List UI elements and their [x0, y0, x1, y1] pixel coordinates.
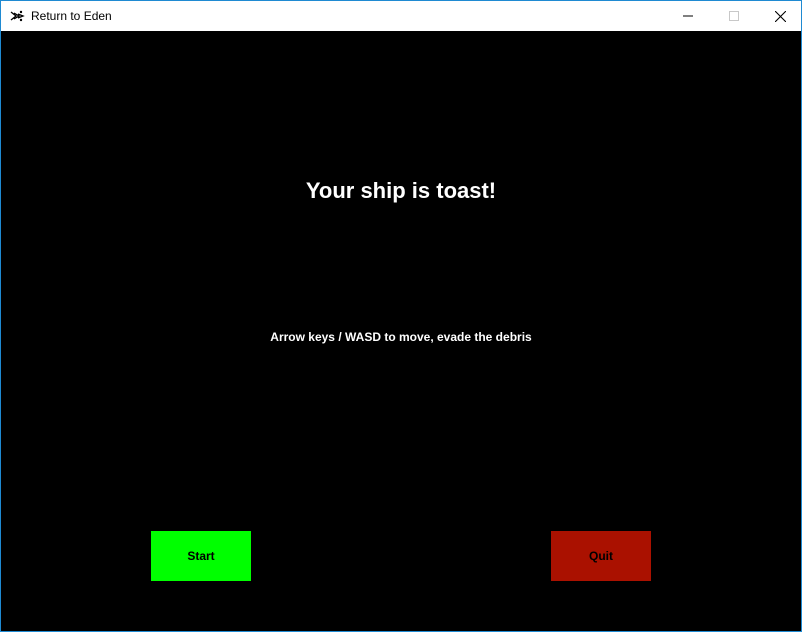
controls-instructions: Arrow keys / WASD to move, evade the deb… [270, 330, 532, 344]
maximize-button[interactable] [711, 1, 757, 31]
quit-button[interactable]: Quit [551, 531, 651, 581]
spaceship-icon [9, 8, 25, 24]
window-title: Return to Eden [31, 9, 112, 23]
game-window: Return to Eden Your ship is toast! Arrow… [0, 0, 802, 632]
minimize-icon [683, 15, 693, 17]
game-over-heading: Your ship is toast! [305, 178, 497, 203]
start-button[interactable]: Start [151, 531, 251, 581]
minimize-button[interactable] [665, 1, 711, 31]
close-icon [774, 10, 786, 22]
maximize-icon [729, 11, 739, 21]
title-bar[interactable]: Return to Eden [1, 1, 801, 31]
close-button[interactable] [757, 1, 802, 31]
game-canvas[interactable]: Your ship is toast! Arrow keys / WASD to… [1, 31, 801, 631]
